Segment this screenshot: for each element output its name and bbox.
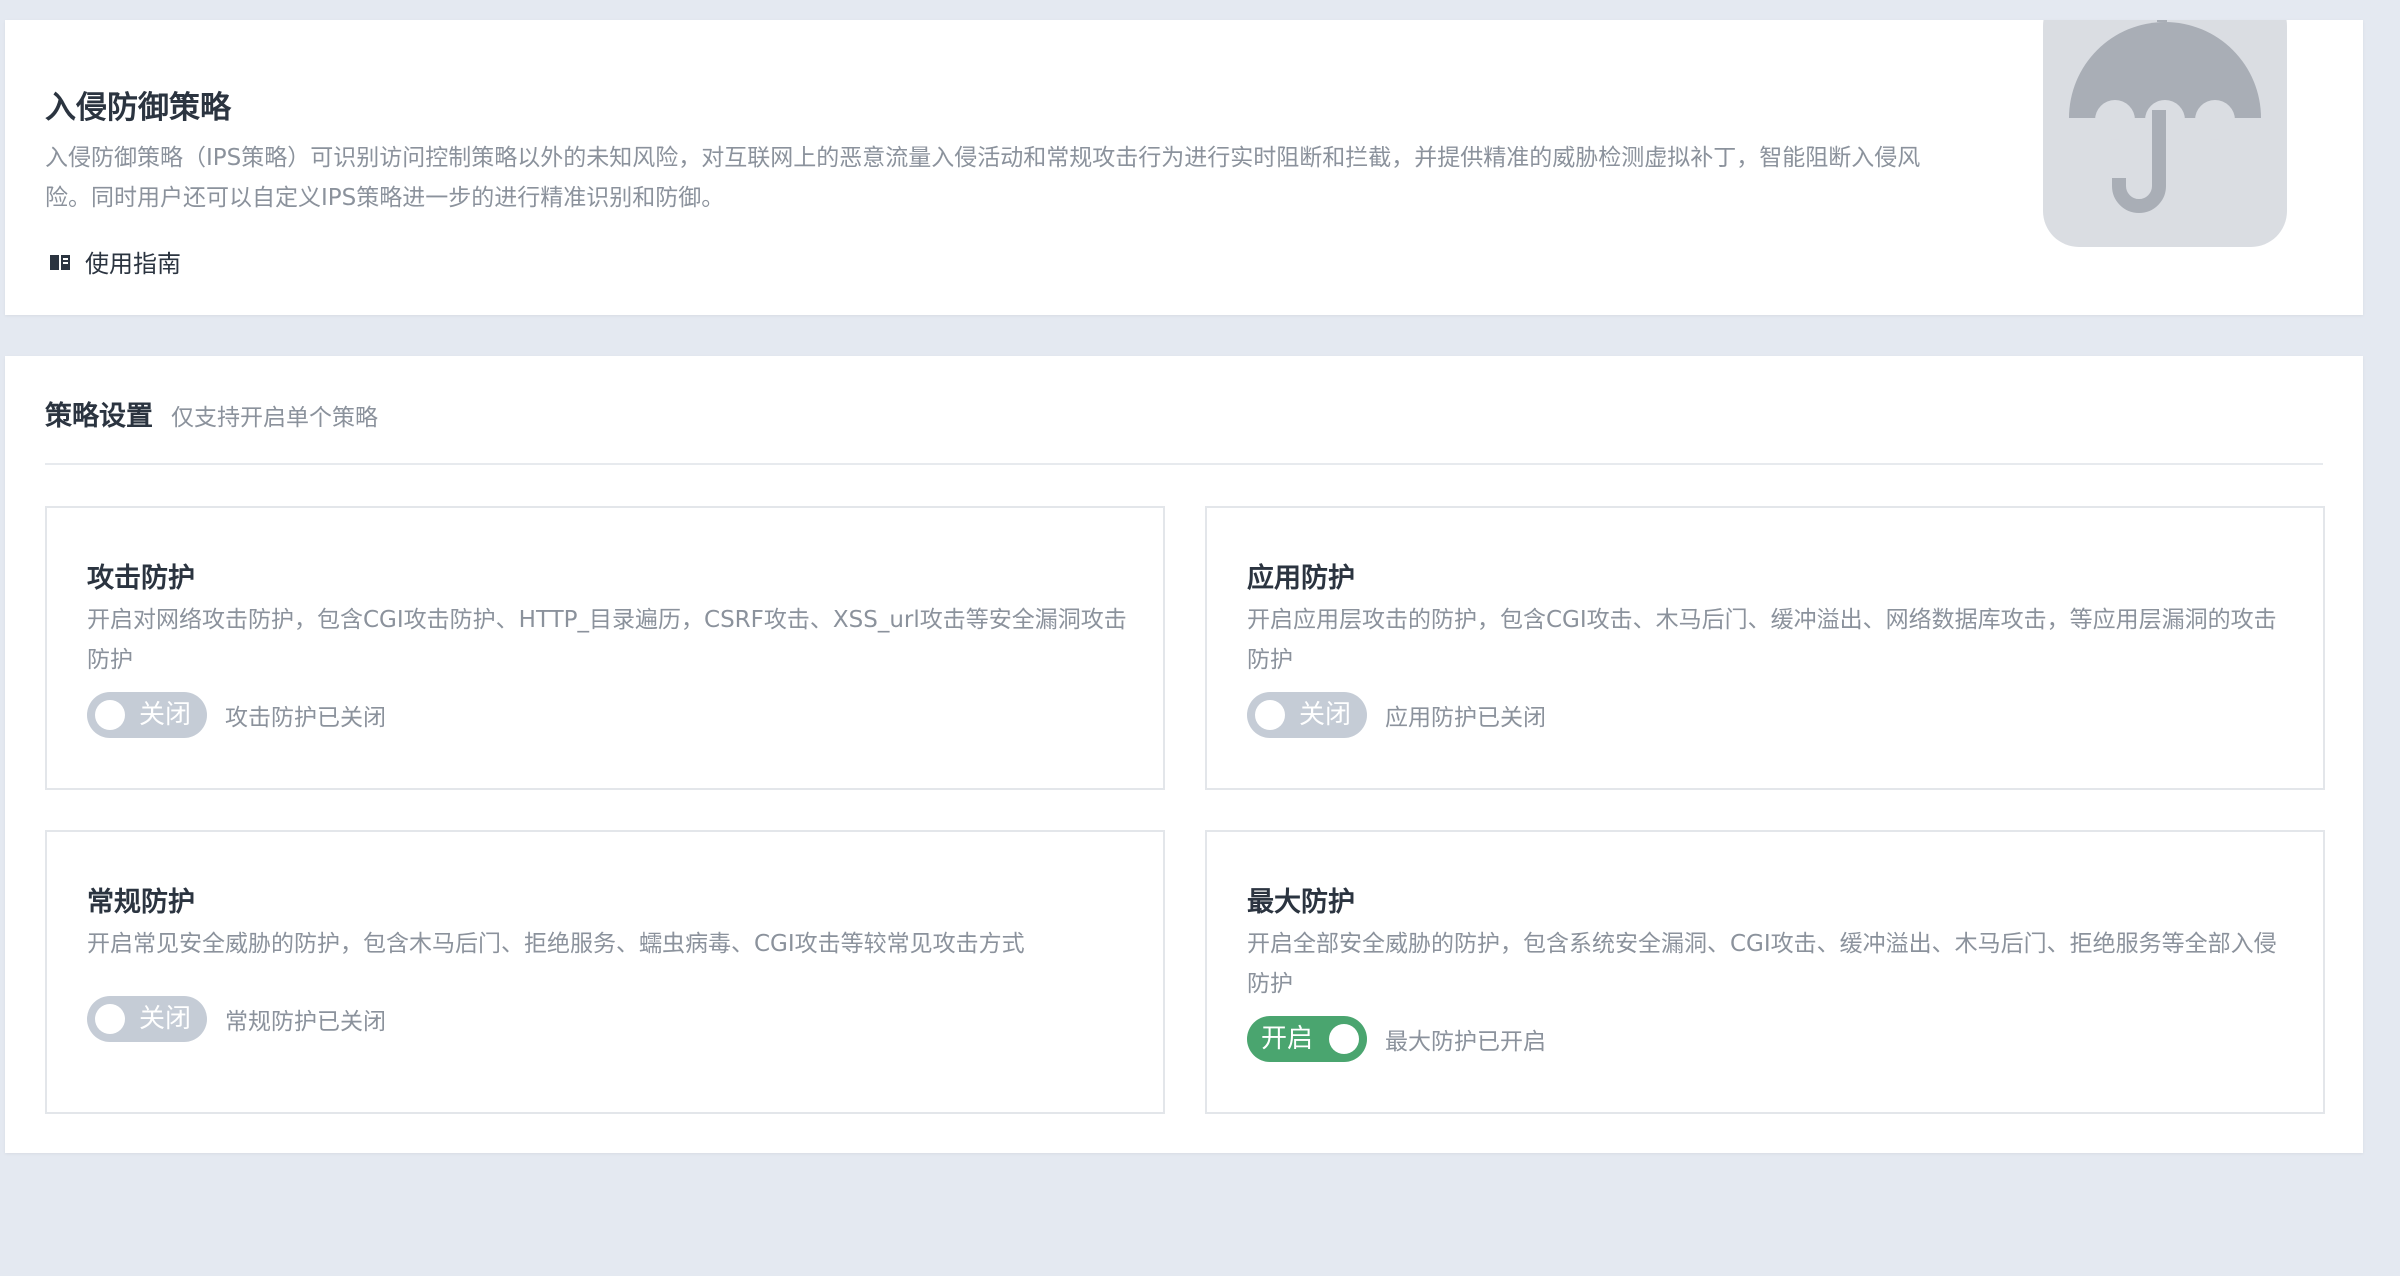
toggle-label: 开启 (1261, 1024, 1314, 1054)
option-description: 开启常见安全威胁的防护，包含木马后门、拒绝服务、蠕虫病毒、CGI攻击等较常见攻击… (87, 931, 1025, 957)
policy-settings-card: 策略设置 仅支持开启单个策略 攻击防护 开启对网络攻击防护，包含CGI攻击防护、… (5, 356, 2363, 1153)
page-title: 入侵防御策略 (45, 90, 231, 126)
toggle-status: 攻击防护已关闭 (225, 705, 386, 731)
option-card-maximum: 最大防护 开启全部安全威胁的防护，包含系统安全漏洞、CGI攻击、缓冲溢出、木马后… (1205, 830, 2325, 1114)
umbrella-icon (2043, 20, 2287, 247)
option-card-regular: 常规防护 开启常见安全威胁的防护，包含木马后门、拒绝服务、蠕虫病毒、CGI攻击等… (45, 830, 1165, 1114)
toggle-label: 关闭 (139, 1004, 192, 1034)
intro-card: 入侵防御策略 入侵防御策略（IPS策略）可识别访问控制策略以外的未知风险，对互联… (5, 20, 2363, 315)
option-description: 开启全部安全威胁的防护，包含系统安全漏洞、CGI攻击、缓冲溢出、木马后门、拒绝服… (1247, 931, 2277, 997)
toggle-label: 关闭 (139, 700, 192, 730)
toggle-knob (1255, 700, 1285, 730)
toggle-knob (95, 700, 125, 730)
option-title: 攻击防护 (87, 563, 195, 594)
attack-protection-toggle[interactable]: 关闭 (87, 692, 207, 738)
toggle-label: 关闭 (1299, 700, 1352, 730)
book-icon (49, 251, 71, 273)
maximum-protection-toggle[interactable]: 开启 (1247, 1016, 1367, 1062)
option-card-application: 应用防护 开启应用层攻击的防护，包含CGI攻击、木马后门、缓冲溢出、网络数据库攻… (1205, 506, 2325, 790)
intro-description: 入侵防御策略（IPS策略）可识别访问控制策略以外的未知风险，对互联网上的恶意流量… (45, 145, 1921, 211)
option-description: 开启应用层攻击的防护，包含CGI攻击、木马后门、缓冲溢出、网络数据库攻击，等应用… (1247, 607, 2277, 673)
toggle-status: 应用防护已关闭 (1385, 705, 1546, 731)
toggle-knob (95, 1004, 125, 1034)
policy-title: 策略设置 (45, 401, 153, 432)
divider (45, 463, 2323, 465)
regular-protection-toggle[interactable]: 关闭 (87, 996, 207, 1042)
option-title: 应用防护 (1247, 563, 1355, 594)
toggle-status: 常规防护已关闭 (225, 1009, 386, 1035)
policy-header: 策略设置 仅支持开启单个策略 (45, 394, 378, 433)
usage-guide-link[interactable]: 使用指南 (49, 244, 181, 279)
option-title: 常规防护 (87, 887, 195, 918)
toggle-status: 最大防护已开启 (1385, 1029, 1546, 1055)
toggle-row: 关闭 攻击防护已关闭 (87, 692, 386, 738)
application-protection-toggle[interactable]: 关闭 (1247, 692, 1367, 738)
option-title: 最大防护 (1247, 887, 1355, 918)
toggle-row: 关闭 应用防护已关闭 (1247, 692, 1546, 738)
toggle-row: 开启 最大防护已开启 (1247, 1016, 1546, 1062)
usage-guide-label: 使用指南 (85, 250, 181, 278)
policy-subtitle: 仅支持开启单个策略 (171, 405, 378, 431)
toggle-row: 关闭 常规防护已关闭 (87, 996, 386, 1042)
toggle-knob (1329, 1024, 1359, 1054)
option-description: 开启对网络攻击防护，包含CGI攻击防护、HTTP_目录遍历，CSRF攻击、XSS… (87, 607, 1127, 673)
option-card-attack: 攻击防护 开启对网络攻击防护，包含CGI攻击防护、HTTP_目录遍历，CSRF攻… (45, 506, 1165, 790)
